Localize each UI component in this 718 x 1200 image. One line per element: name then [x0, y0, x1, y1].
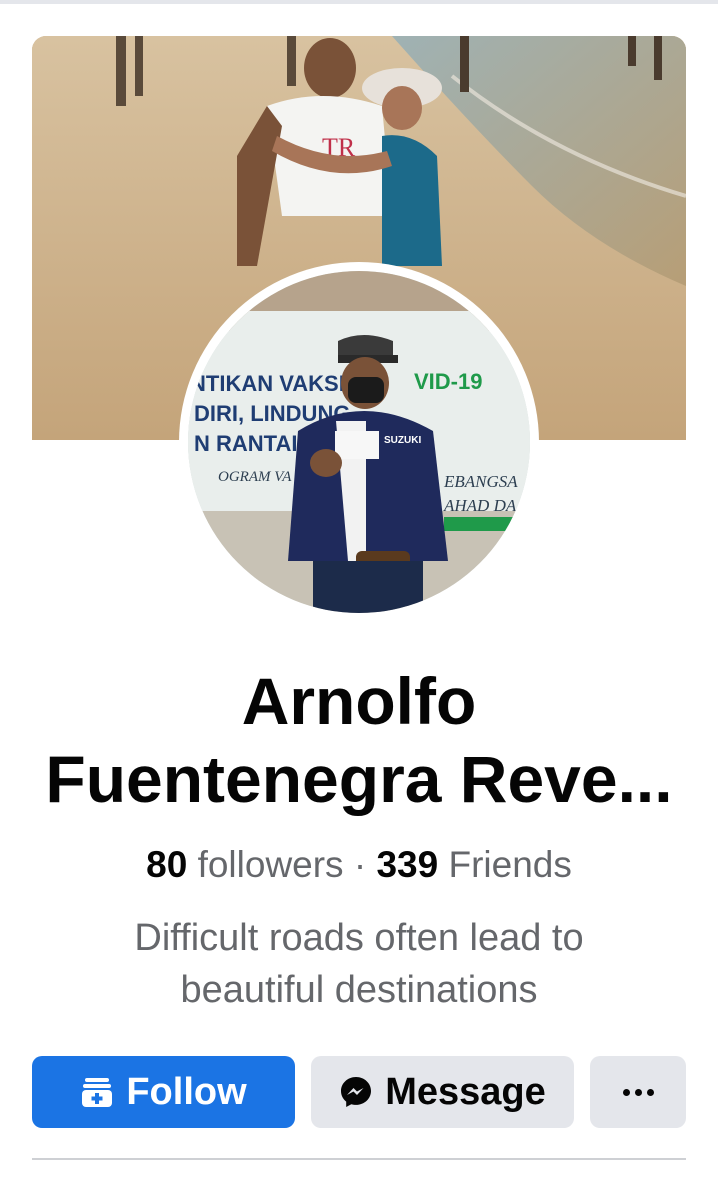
bio-line1: Difficult roads often lead to: [134, 917, 584, 959]
banner-text-6: AHAD DA: [443, 496, 517, 515]
friends-label[interactable]: Friends: [448, 844, 571, 885]
profile-picture[interactable]: NTIKAN VAKSIN VID-19 DIRI, LINDUNG N RAN…: [188, 271, 530, 613]
banner-covid-text: VID-19: [414, 369, 482, 394]
profile-name-line2: Fuentenegra Reve...: [45, 742, 673, 816]
follow-label: Follow: [126, 1070, 247, 1113]
messenger-icon: [339, 1075, 373, 1109]
stats-separator: ·: [353, 844, 367, 885]
section-divider: [32, 1158, 686, 1160]
banner-text-4: OGRAM VA: [218, 469, 292, 485]
message-label: Message: [385, 1070, 546, 1113]
banner-text-5: EBANGSA: [443, 472, 518, 491]
top-divider: [0, 0, 718, 4]
more-options-button[interactable]: [590, 1056, 686, 1128]
followers-count[interactable]: 80: [146, 844, 187, 885]
banner-text-1: NTIKAN VAKSIN: [190, 371, 361, 396]
message-button[interactable]: Message: [311, 1056, 574, 1128]
profile-name-line1: Arnolfo: [241, 664, 477, 738]
bio-line2: beautiful destinations: [180, 969, 538, 1011]
followers-label[interactable]: followers: [198, 844, 344, 885]
friends-count[interactable]: 339: [376, 844, 438, 885]
profile-picture-ring[interactable]: NTIKAN VAKSIN VID-19 DIRI, LINDUNG N RAN…: [179, 262, 539, 622]
follow-button[interactable]: Follow: [32, 1056, 295, 1128]
more-options-icon: [622, 1088, 654, 1096]
jacket-brand-text: SUZUKI: [384, 435, 421, 446]
add-follow-icon: [80, 1075, 114, 1109]
profile-bio: Difficult roads often lead to beautiful …: [40, 912, 678, 1016]
profile-stats: 80 followers · 339 Friends: [0, 840, 718, 890]
profile-name: Arnolfo Fuentenegra Reve...: [20, 662, 698, 818]
